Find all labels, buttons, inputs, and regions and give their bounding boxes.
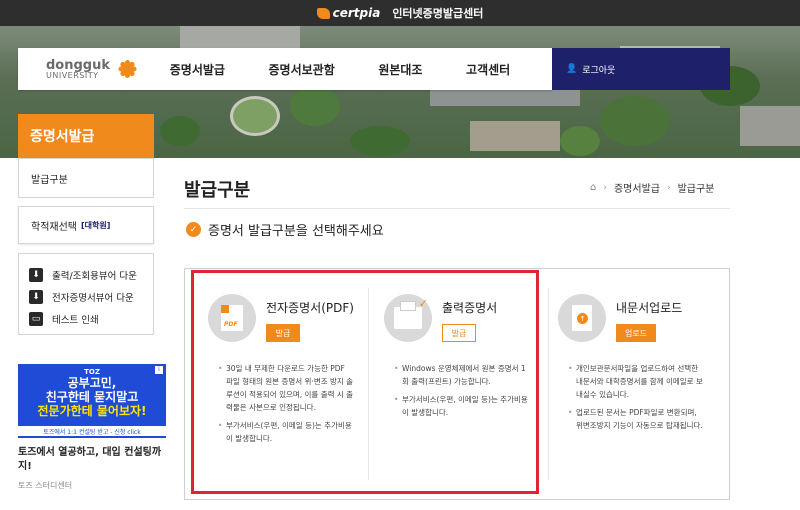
nav-item-customer-center[interactable]: 고객센터 (466, 61, 510, 78)
dongguk-logo[interactable]: dongguk UNIVERSITY (18, 58, 148, 80)
card-notes: 개인보관문서파일을 업로드하여 선택한 내문서와 대학증명서를 함께 이메일로 … (568, 362, 704, 437)
nav-menu: 증명서발급 증명서보관함 원본대조 고객센터 (148, 61, 552, 78)
card-divider (548, 288, 549, 480)
download-print-viewer-label: 출력/조회용뷰어 다운 (52, 271, 137, 282)
certpia-logo-icon (316, 7, 330, 19)
upload-button[interactable]: 업로드 (616, 324, 656, 342)
graduate-tag: [대학원] (81, 220, 111, 230)
logout-button[interactable]: 👤 로그아웃 (552, 48, 730, 90)
logo-subname: UNIVERSITY (46, 70, 99, 80)
nav-item-certificate-storage[interactable]: 증명서보관함 (269, 61, 335, 78)
sidebar-downloads: ⬇ 출력/조회용뷰어 다운 ⬇ 전자증명서뷰어 다운 ▭ 테스트 인쇄 (18, 253, 154, 335)
card-note: 개인보관문서파일을 업로드하여 선택한 내문서와 대학증명서를 함께 이메일로 … (568, 362, 704, 401)
download-print-viewer-link[interactable]: ⬇ 출력/조회용뷰어 다운 (29, 264, 153, 286)
user-icon: 👤 (566, 64, 578, 74)
download-e-cert-viewer-label: 전자증명서뷰어 다운 (52, 293, 134, 304)
page-title: 발급구분 (184, 180, 251, 201)
chevron-right-icon: › (603, 182, 607, 193)
site-title: 인터넷증명발급센터 (392, 7, 484, 20)
card-title: 내문서업로드 (616, 301, 683, 315)
nav-item-original-verify[interactable]: 원본대조 (378, 61, 422, 78)
card-note: 업로드된 문서는 PDF파일로 변환되며, 위변조방지 기능이 자동으로 탑재됩… (568, 406, 704, 432)
ad-info-icon[interactable]: i (155, 366, 163, 374)
breadcrumb: ⌂ › 증명서발급 › 발급구분 (590, 180, 714, 195)
ad-banner-image: i TOZ 공부고민, 친구한테 묻지말고 전문가한테 물어보자! 토즈에서 1… (18, 364, 166, 438)
logo-name: dongguk (46, 57, 111, 73)
chevron-right-icon: › (666, 182, 671, 193)
top-bar: certpia 인터넷증명발급센터 (0, 0, 800, 26)
check-icon: ✓ (186, 222, 201, 237)
test-print-label: 테스트 인쇄 (52, 315, 99, 326)
download-icon: ⬇ (29, 268, 43, 282)
ad-headline-1: 공부고민, (67, 376, 117, 390)
ad-headline-2: 친구한테 묻지말고 (45, 390, 139, 404)
breadcrumb-item[interactable]: 증명서발급 (614, 180, 660, 195)
download-icon: ⬇ (29, 290, 43, 304)
test-print-link[interactable]: ▭ 테스트 인쇄 (29, 308, 153, 330)
ad-source: 토즈 스터디센터 (18, 481, 73, 490)
subtitle-text: 증명서 발급구분을 선택해주세요 (208, 224, 384, 239)
main-nav: dongguk UNIVERSITY 증명서발급 증명서보관함 원본대조 고객센… (18, 48, 552, 90)
selection-highlight-box (191, 270, 539, 494)
sidebar-item-reselect-record[interactable]: 학적재선택 [대학원] (18, 206, 154, 244)
ad-headline-3: 전문가한테 물어보자! (37, 404, 147, 418)
lotus-logo-icon (114, 58, 140, 80)
ad-strip: 토즈에서 1:1 컨설팅 받고 - 신청 click (18, 426, 166, 436)
breadcrumb-item: 발급구분 (677, 184, 715, 195)
download-e-cert-viewer-link[interactable]: ⬇ 전자증명서뷰어 다운 (29, 286, 153, 308)
sidebar-item-reselect-label: 학적재선택 (31, 221, 77, 233)
sidebar-item-issue-type[interactable]: 발급구분 (18, 158, 154, 198)
upload-document-icon: ↑ (558, 294, 606, 342)
certpia-logo[interactable]: certpia (316, 6, 381, 20)
certpia-brand: certpia (332, 6, 381, 20)
nav-item-certificate-issue[interactable]: 증명서발급 (170, 61, 225, 78)
printer-icon: ▭ (29, 312, 43, 326)
sidebar-heading: 증명서발급 (18, 114, 154, 158)
ad-description: 토즈에서 열공하고, 대입 컨설팅까지! (18, 447, 162, 472)
ad-brand: TOZ (84, 368, 100, 376)
title-divider (184, 208, 730, 209)
home-icon[interactable]: ⌂ (590, 182, 596, 193)
ad-banner[interactable]: i TOZ 공부고민, 친구한테 묻지말고 전문가한테 물어보자! 토즈에서 1… (18, 364, 166, 504)
section-subtitle: ✓ 증명서 발급구분을 선택해주세요 (186, 220, 384, 239)
logout-label: 로그아웃 (582, 65, 616, 76)
